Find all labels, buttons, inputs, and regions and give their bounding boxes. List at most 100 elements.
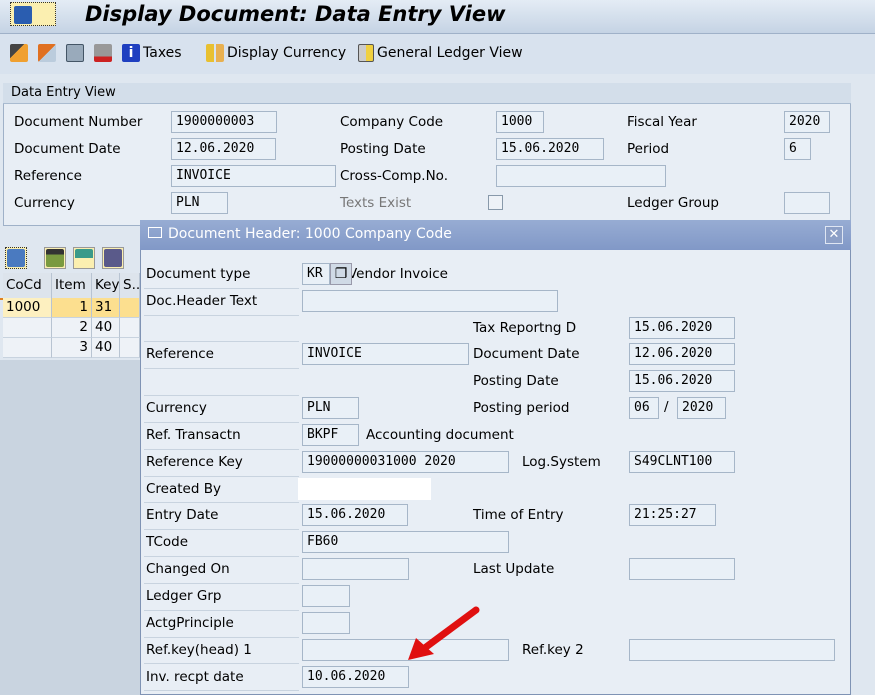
taxes-label: Taxes [143,45,182,61]
currency-field[interactable]: PLN [302,397,359,419]
table-cell-s[interactable] [120,298,140,318]
reference-label: Reference [14,168,82,184]
changed-on-label: Changed On [146,561,230,577]
edit-button[interactable] [10,42,28,64]
grid-sort-button[interactable] [44,247,66,269]
header-text-field[interactable] [302,290,558,312]
document-date-field[interactable]: 12.06.2020 [629,343,735,365]
ledger-group-field[interactable] [784,192,830,214]
table-cell-cocd[interactable]: 1000 [3,298,52,318]
switch-button[interactable] [38,42,56,64]
general-ledger-view-button[interactable]: General Ledger View [358,42,523,64]
entry-date-field[interactable]: 15.06.2020 [302,504,408,526]
document-date-label: Document Date [473,346,580,362]
display-currency-button[interactable]: Display Currency [206,42,346,64]
inv-receipt-date-label: Inv. recpt date [146,669,244,685]
last-update-field[interactable] [629,558,735,580]
posting-date-label: Posting Date [473,373,559,389]
posting-period-field[interactable]: 06 [629,397,659,419]
document-type-label: Document type [146,266,251,282]
page-title: Display Document: Data Entry View [85,2,506,26]
ref-key-head1-label: Ref.key(head) 1 [146,642,252,658]
row-separator [144,583,299,584]
log-system-field[interactable]: S49CLNT100 [629,451,735,473]
column-header-item[interactable]: Item [52,273,92,298]
column-header-s[interactable]: S... [120,273,140,298]
tax-reporting-label: Tax Reportng D [473,320,577,336]
texts-exist-label: Texts Exist [340,195,412,211]
table-cell-cocd[interactable] [3,338,52,358]
table-cell-key[interactable]: 40 [92,318,120,338]
currency-field[interactable]: PLN [171,192,228,214]
binoculars-icon [104,249,122,267]
menu-button[interactable] [10,2,56,26]
reference-key-field[interactable]: 19000000031000 2020 [302,451,509,473]
ledger-grp-field[interactable] [302,585,350,607]
sort-icon [46,249,64,267]
column-header-cocd[interactable]: CoCd [3,273,52,298]
tax-reporting-field[interactable]: 15.06.2020 [629,317,735,339]
details-icon [7,249,25,267]
posting-date-field[interactable]: 15.06.2020 [629,370,735,392]
ref-key2-field[interactable] [629,639,835,661]
ref-transaction-label: Ref. Transactn [146,427,241,443]
table-cell-item[interactable]: 1 [52,298,92,318]
grid-find-button[interactable] [102,247,124,269]
reference-field[interactable]: INVOICE [302,343,469,365]
time-of-entry-field[interactable]: 21:25:27 [629,504,716,526]
grid-filter-button[interactable] [73,247,95,269]
table-cell-item[interactable]: 2 [52,318,92,338]
ref-transaction-field[interactable]: BKPF [302,424,359,446]
dialog-title-bar[interactable]: Document Header: 1000 Company Code [140,220,851,250]
ledger-icon [358,44,374,62]
header-text-label: Doc.Header Text [146,293,258,309]
table-cell-key[interactable]: 31 [92,298,120,318]
magnifier-icon [66,44,84,62]
pencil-icon [10,44,28,62]
table-cell-s[interactable] [120,338,140,358]
hat-button[interactable] [94,42,112,64]
copy-icon: ❐ [334,266,348,282]
value-help-button[interactable]: ❐ [330,263,352,285]
display-button[interactable] [66,42,84,64]
actg-principle-field[interactable] [302,612,350,634]
table-cell-item[interactable]: 3 [52,338,92,358]
last-update-label: Last Update [473,561,555,577]
reference-field[interactable]: INVOICE [171,165,336,187]
ref-transaction-text: Accounting document [366,427,514,443]
posting-year-field[interactable]: 2020 [677,397,726,419]
table-cell-key[interactable]: 40 [92,338,120,358]
currency-icon [206,44,224,62]
menu-icon [14,6,32,24]
document-date-field[interactable]: 12.06.2020 [171,138,276,160]
ledger-grp-label: Ledger Grp [146,588,222,604]
dialog-title: Document Header: 1000 Company Code [168,226,452,242]
fiscal-year-label: Fiscal Year [627,114,697,130]
currency-label: Currency [146,400,207,416]
close-button[interactable]: ✕ [825,226,843,244]
document-number-field[interactable]: 1900000003 [171,111,277,133]
fiscal-year-field[interactable]: 2020 [784,111,830,133]
period-field[interactable]: 6 [784,138,811,160]
table-cell-cocd[interactable] [3,318,52,338]
column-header-key[interactable]: Key [92,273,120,298]
display-currency-label: Display Currency [227,45,347,61]
row-separator [144,395,299,396]
cross-comp-field[interactable] [496,165,666,187]
actg-principle-label: ActgPrinciple [146,615,234,631]
inv-receipt-date-field[interactable]: 10.06.2020 [302,666,409,688]
tcode-field[interactable]: FB60 [302,531,509,553]
texts-exist-checkbox[interactable] [488,195,503,210]
document-type-text: Vendor Invoice [348,266,448,282]
changed-on-field[interactable] [302,558,409,580]
grid-details-button[interactable] [5,247,27,269]
table-cell-s[interactable] [120,318,140,338]
filter-icon [75,249,93,267]
document-date-label: Document Date [14,141,121,157]
company-code-field[interactable]: 1000 [496,111,544,133]
posting-period-label: Posting period [473,400,570,416]
posting-date-field[interactable]: 15.06.2020 [496,138,604,160]
reference-key-label: Reference Key [146,454,243,470]
document-type-field[interactable]: KR [302,263,330,285]
taxes-button[interactable]: i Taxes [122,42,182,64]
